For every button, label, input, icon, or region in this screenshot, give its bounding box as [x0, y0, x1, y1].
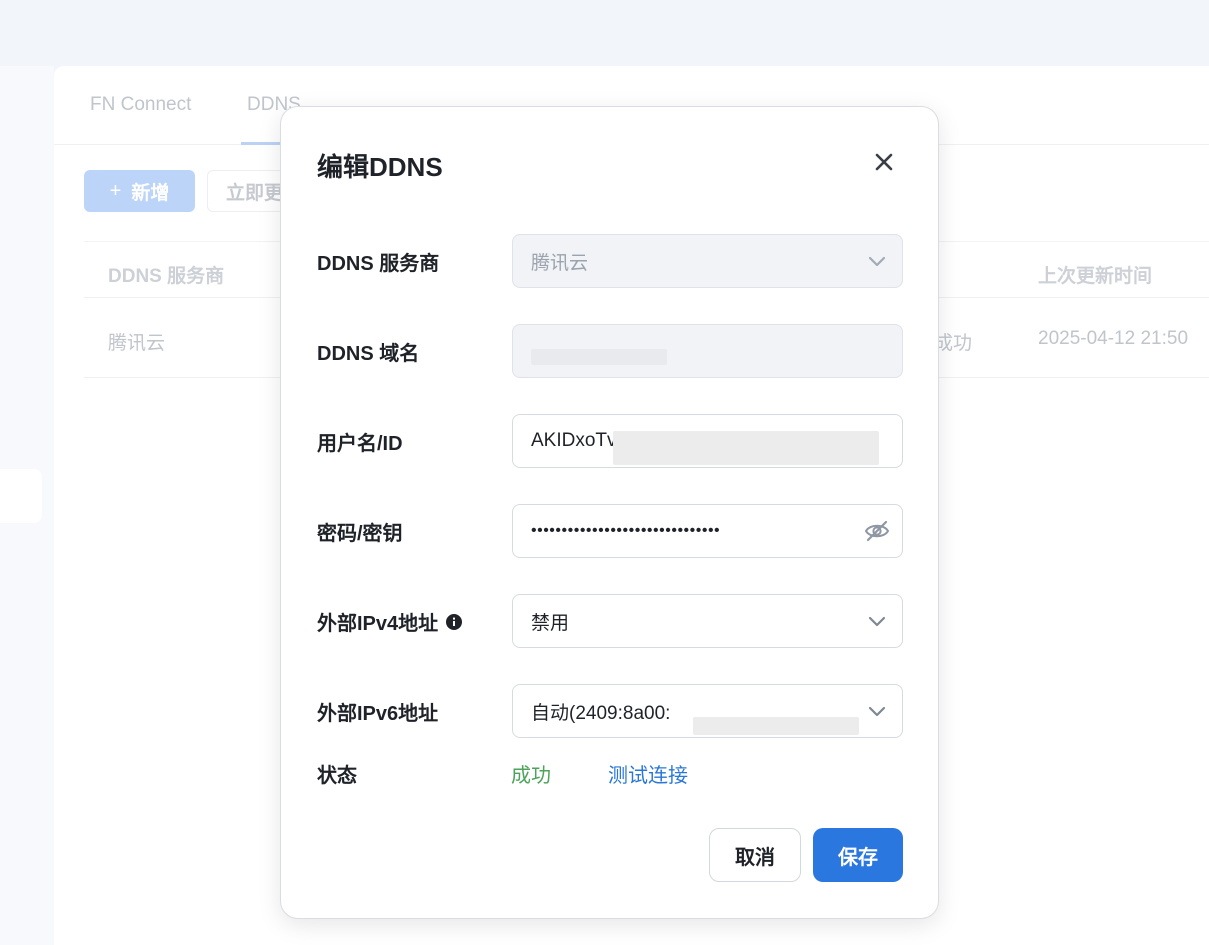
status-value: 成功 [511, 765, 551, 787]
ipv4-label-text: 外部IPv4地址 [317, 613, 439, 635]
domain-field[interactable] [512, 324, 903, 378]
left-nav [0, 66, 54, 945]
username-label-text: 用户名/ID [317, 433, 403, 455]
ipv6-label-text: 外部IPv6地址 [317, 703, 439, 725]
username-field[interactable]: AKIDxoTv [512, 414, 903, 468]
redacted-username [613, 431, 879, 465]
ipv4-select-value: 禁用 [531, 612, 570, 634]
ipv4-label: 外部IPv4地址 [317, 607, 463, 636]
provider-label: DDNS 服务商 [317, 247, 439, 276]
info-icon[interactable] [446, 613, 463, 630]
column-header-last-update: 上次更新时间 [1038, 266, 1153, 287]
close-icon[interactable] [873, 151, 895, 173]
password-label-text: 密码/密钥 [317, 523, 403, 545]
top-bar [0, 0, 1209, 66]
domain-label: DDNS 域名 [317, 337, 419, 366]
row-provider: 腾讯云 [108, 333, 166, 354]
column-header-provider: DDNS 服务商 [108, 266, 225, 287]
edit-ddns-dialog: 编辑DDNS DDNS 服务商 腾讯云 DDNS 域名 用户名/ID AKIDx… [280, 106, 939, 919]
tab-fn-connect[interactable]: FN Connect [90, 94, 191, 116]
dialog-title: 编辑DDNS [317, 152, 443, 182]
left-nav-selected-item[interactable] [0, 469, 42, 523]
provider-select-value: 腾讯云 [531, 252, 589, 274]
row-last-update: 2025-04-12 21:50 [1038, 328, 1189, 349]
username-label: 用户名/ID [317, 427, 403, 456]
redacted-ipv6 [693, 717, 859, 735]
chevron-down-icon [868, 706, 886, 717]
ipv4-select[interactable]: 禁用 [512, 594, 903, 648]
password-field[interactable]: ••••••••••••••••••••••••••••••• [512, 504, 903, 558]
cancel-button[interactable]: 取消 [709, 828, 801, 882]
password-field-value: ••••••••••••••••••••••••••••••• [531, 522, 721, 539]
add-button[interactable]: + 新增 [84, 170, 195, 212]
ipv6-label: 外部IPv6地址 [317, 697, 438, 726]
add-button-label: 新增 [131, 182, 170, 204]
plus-icon: + [109, 179, 122, 202]
save-button[interactable]: 保存 [813, 828, 903, 882]
test-connection-link[interactable]: 测试连接 [608, 759, 688, 788]
redacted-domain [531, 349, 667, 365]
provider-label-text: DDNS 服务商 [317, 253, 440, 275]
status-label: 状态 [317, 765, 357, 787]
password-label: 密码/密钥 [317, 517, 403, 546]
chevron-down-icon [868, 256, 886, 267]
ipv6-select-value: 自动(2409:8a00: [531, 702, 671, 724]
chevron-down-icon [868, 616, 886, 627]
username-field-value: AKIDxoTv [531, 430, 617, 451]
eye-off-icon[interactable] [864, 519, 890, 543]
domain-label-text: DDNS 域名 [317, 343, 420, 365]
ipv6-select[interactable]: 自动(2409:8a00: [512, 684, 903, 738]
row-status: 成功 [934, 333, 973, 354]
provider-select[interactable]: 腾讯云 [512, 234, 903, 288]
